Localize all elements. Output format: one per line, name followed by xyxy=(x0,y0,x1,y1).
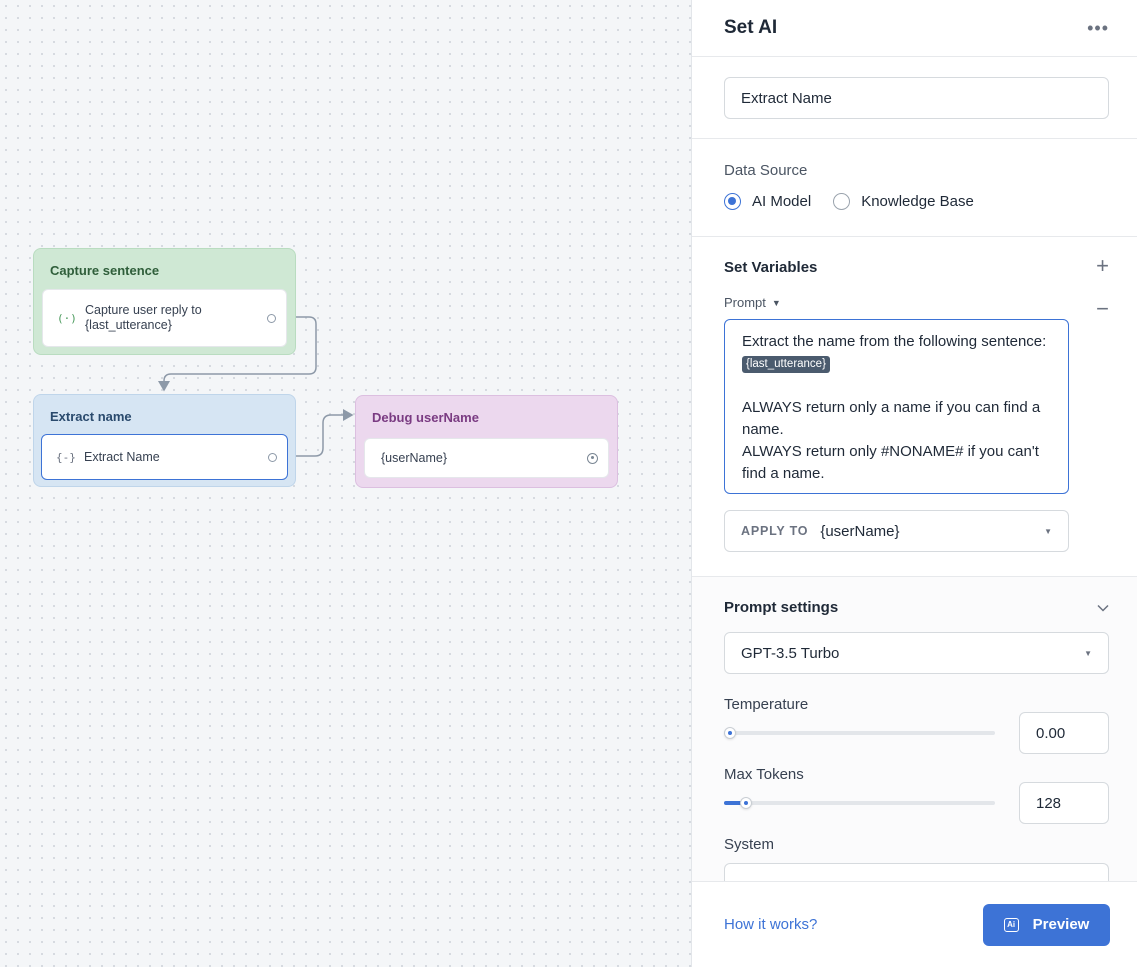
panel-footer: How it works? Ai Preview xyxy=(692,881,1137,967)
caret-down-icon: ▼ xyxy=(1084,648,1092,658)
how-it-works-link[interactable]: How it works? xyxy=(724,916,983,933)
prompt-line-2: ALWAYS return only a name if you can fin… xyxy=(742,399,1041,438)
radio-label-ai-model[interactable]: AI Model xyxy=(752,193,811,210)
chevron-down-icon[interactable] xyxy=(1097,604,1109,612)
prompt-dropdown-label: Prompt xyxy=(724,295,766,310)
step-output-port[interactable] xyxy=(267,313,276,323)
max-tokens-slider-thumb[interactable] xyxy=(740,797,753,809)
max-tokens-row: 128 xyxy=(724,782,1109,824)
radio-label-knowledge-base[interactable]: Knowledge Base xyxy=(861,193,974,210)
block-title: Extract name xyxy=(50,409,132,424)
temperature-label: Temperature xyxy=(724,696,809,713)
prompt-line-3: ALWAYS return only #NONAME# if you can't… xyxy=(742,443,1039,482)
max-tokens-label: Max Tokens xyxy=(724,766,804,783)
max-tokens-input[interactable]: 128 xyxy=(1019,782,1109,824)
ai-icon: Ai xyxy=(1003,917,1019,932)
prompt-settings-label: Prompt settings xyxy=(724,599,839,616)
model-select[interactable]: GPT-3.5 Turbo ▼ xyxy=(724,632,1109,674)
temperature-slider[interactable] xyxy=(724,727,995,739)
editor-panel: Set AI ••• Extract Name Data Source AI M… xyxy=(691,0,1137,967)
system-textarea[interactable] xyxy=(724,863,1109,883)
block-title: Debug userName xyxy=(372,410,479,425)
data-source-label: Data Source xyxy=(724,162,808,179)
block-capture-sentence[interactable]: Capture sentence (·) Capture user reply … xyxy=(33,248,296,355)
prompt-dropdown[interactable]: Prompt ▼ xyxy=(724,295,1109,310)
data-source-radio-group: AI Model Knowledge Base xyxy=(724,193,1109,210)
step-text: Extract Name xyxy=(84,449,160,464)
step-text: {userName} xyxy=(381,450,448,465)
step-debug-text[interactable]: {userName} xyxy=(364,438,609,478)
preview-button-label: Preview xyxy=(1032,916,1090,933)
prompt-settings-section: Prompt settings GPT-3.5 Turbo ▼ Temperat… xyxy=(692,577,1137,883)
prompt-textarea[interactable]: Extract the name from the following sent… xyxy=(724,319,1069,494)
set-variables-section: Set Variables + − Prompt ▼ Extract the n… xyxy=(692,237,1137,577)
chevron-down-icon: ▼ xyxy=(771,297,781,308)
variable-chip[interactable]: {last_utterance} xyxy=(742,356,830,373)
caret-down-icon: ▼ xyxy=(1044,526,1052,536)
panel-header: Set AI ••• xyxy=(692,0,1137,57)
step-name-section: Extract Name xyxy=(692,57,1137,139)
preview-button[interactable]: Ai Preview xyxy=(983,903,1110,946)
model-select-value: GPT-3.5 Turbo xyxy=(741,644,840,662)
data-source-section: Data Source AI Model Knowledge Base xyxy=(692,139,1137,237)
system-label: System xyxy=(724,836,775,853)
more-options-icon[interactable]: ••• xyxy=(1087,18,1109,39)
prompt-settings-header[interactable]: Prompt settings xyxy=(724,599,1109,616)
prompt-line-1: Extract the name from the following sent… xyxy=(742,333,1047,350)
step-name-input[interactable]: Extract Name xyxy=(724,77,1109,119)
radio-knowledge-base[interactable] xyxy=(833,193,851,210)
step-end-port[interactable] xyxy=(587,452,598,464)
step-extract-name[interactable]: {-} Extract Name xyxy=(41,434,288,480)
max-tokens-slider[interactable] xyxy=(724,797,995,809)
block-debug-username[interactable]: Debug userName {userName} xyxy=(355,395,618,488)
flow-canvas[interactable]: Capture sentence (·) Capture user reply … xyxy=(0,0,691,967)
apply-to-select[interactable]: APPLY TO {userName} ▼ xyxy=(724,510,1069,552)
set-ai-icon: {-} xyxy=(56,450,76,464)
capture-icon: (·) xyxy=(57,311,77,325)
block-extract-name[interactable]: Extract name {-} Extract Name xyxy=(33,394,296,487)
apply-to-value: {userName} xyxy=(820,522,900,540)
set-variables-label: Set Variables xyxy=(724,259,818,276)
add-variable-icon[interactable]: + xyxy=(1096,255,1109,277)
step-output-port[interactable] xyxy=(268,452,277,462)
radio-ai-model[interactable] xyxy=(724,193,741,210)
apply-to-label: APPLY TO xyxy=(741,524,809,538)
remove-variable-icon[interactable]: − xyxy=(1096,298,1109,320)
temperature-row: 0.00 xyxy=(724,712,1109,754)
step-text: Capture user reply to {last_utterance} xyxy=(85,303,202,332)
panel-title: Set AI xyxy=(724,17,778,38)
temperature-slider-thumb[interactable] xyxy=(724,727,736,739)
temperature-input[interactable]: 0.00 xyxy=(1019,712,1109,754)
block-title: Capture sentence xyxy=(50,263,160,278)
step-capture[interactable]: (·) Capture user reply to {last_utteranc… xyxy=(42,289,287,347)
